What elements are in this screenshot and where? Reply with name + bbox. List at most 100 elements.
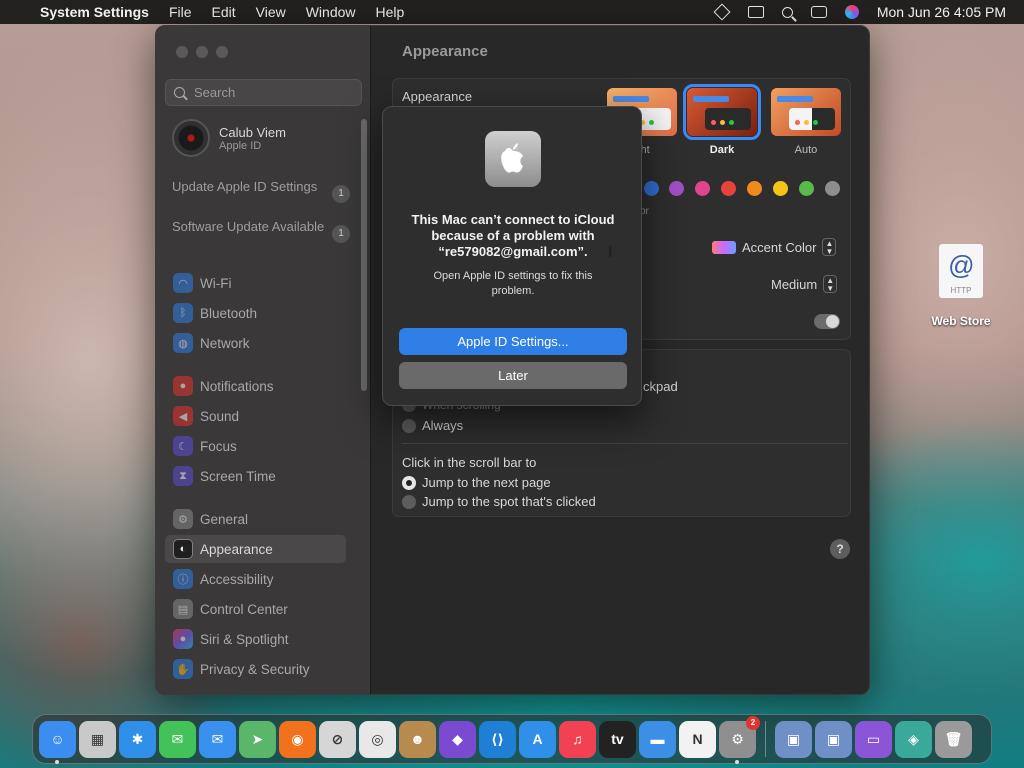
- minimize-window-button[interactable]: [196, 46, 208, 58]
- menu-edit[interactable]: Edit: [212, 4, 236, 20]
- menu-app-name[interactable]: System Settings: [40, 4, 149, 20]
- desktop-web-store[interactable]: @ HTTP Web Store: [928, 244, 994, 328]
- wallpaper-tinting-toggle[interactable]: [814, 314, 840, 329]
- safari-icon[interactable]: ✱: [119, 720, 156, 758]
- sidebar-icon-size-select[interactable]: Medium ▲ ▼: [771, 275, 838, 293]
- spotlight-search-icon[interactable]: [781, 6, 793, 18]
- moon-icon: ☾: [173, 436, 193, 456]
- menu-file[interactable]: File: [169, 4, 192, 20]
- dock-glyph: ⊘: [331, 730, 344, 747]
- stage-manager-icon[interactable]: [747, 6, 764, 18]
- sidebar-notice-update-apple-id[interactable]: Update Apple ID Settings 1: [172, 179, 350, 203]
- sidebar-item-network[interactable]: ◍ Network: [165, 329, 346, 357]
- highlight-color-select[interactable]: Accent Color ▲ ▼: [712, 238, 837, 256]
- text-cursor-icon: I: [608, 244, 613, 261]
- accent-swatch-pink[interactable]: [695, 181, 710, 196]
- sidebar-item-label: Notifications: [200, 378, 274, 394]
- notice-count-badge: 1: [332, 225, 350, 243]
- sidebar-item-control-center[interactable]: ▤ Control Center: [165, 595, 346, 623]
- apple-id-account[interactable]: Calub Viem Apple ID: [172, 119, 286, 157]
- accent-swatch-red[interactable]: [721, 181, 736, 196]
- radio-jump-next-page[interactable]: Jump to the next page: [402, 475, 551, 490]
- radio-label: Jump to the spot that's clicked: [422, 494, 596, 509]
- radio-always[interactable]: Always: [402, 418, 463, 433]
- accent-swatch-purple[interactable]: [669, 181, 684, 196]
- sidebar-notice-software-update[interactable]: Software Update Available 1: [172, 219, 350, 243]
- dock-glyph: ✉: [171, 730, 184, 747]
- virtualbox-2-icon[interactable]: ▣: [815, 720, 852, 758]
- downloads-icon[interactable]: ◈: [895, 720, 932, 758]
- radio-button: [402, 475, 416, 490]
- visual-studio-icon[interactable]: ◆: [439, 720, 476, 758]
- page-title: Appearance: [402, 43, 488, 60]
- radio-button: [402, 418, 416, 433]
- radio-jump-to-spot[interactable]: Jump to the spot that's clicked: [402, 494, 596, 509]
- no-entry-icon[interactable]: ⊘: [319, 720, 356, 758]
- menu-help[interactable]: Help: [376, 4, 405, 20]
- control-center-menu-icon[interactable]: [810, 6, 827, 18]
- contacts-icon[interactable]: ☻: [399, 720, 436, 758]
- accent-swatch-blue[interactable]: [644, 181, 659, 196]
- zoom-window-button[interactable]: [216, 46, 228, 58]
- accent-swatch-graphite[interactable]: [825, 181, 840, 196]
- sidebar-item-notifications[interactable]: ● Notifications: [165, 372, 346, 400]
- sidebar-item-sound[interactable]: ◀ Sound: [165, 402, 346, 430]
- dock-glyph: N: [692, 731, 703, 747]
- sidebar-item-general[interactable]: ⚙ General: [165, 505, 346, 533]
- status-diamond-icon[interactable]: [713, 3, 731, 21]
- siri-menu-icon[interactable]: [844, 5, 859, 19]
- mail-icon[interactable]: ✉: [199, 720, 236, 758]
- chevron-updown-icon: ▲ ▼: [823, 275, 838, 293]
- sidebar-item-appearance[interactable]: ◐ Appearance: [165, 535, 346, 563]
- music-icon[interactable]: ♫: [559, 720, 596, 758]
- dock-glyph: ⚙: [731, 730, 744, 747]
- sidebar-scrollbar[interactable]: [361, 119, 367, 391]
- dock-glyph: ☺: [50, 731, 65, 747]
- sidebar-item-screen-time[interactable]: ⧗ Screen Time: [165, 462, 346, 490]
- sidebar-item-label: Accessibility: [200, 571, 274, 587]
- appearance-label: Appearance: [402, 89, 473, 104]
- podcast-icon[interactable]: ▭: [855, 720, 892, 758]
- news-icon[interactable]: N: [679, 720, 716, 758]
- vscode-icon[interactable]: ⟨⟩: [479, 720, 516, 758]
- trash-icon[interactable]: 🗑: [935, 720, 972, 758]
- siri-icon: ●: [173, 629, 193, 649]
- chrome-icon[interactable]: ◎: [359, 720, 396, 758]
- accent-swatch-orange[interactable]: [747, 181, 762, 196]
- keynote-icon[interactable]: ▬: [639, 720, 676, 758]
- help-button[interactable]: ?: [830, 539, 850, 559]
- alert-message: Open Apple ID settings to fix this probl…: [433, 270, 593, 297]
- appearance-auto-thumbnail[interactable]: [771, 88, 841, 136]
- sidebar-item-privacy-security[interactable]: ✋ Privacy & Security: [165, 655, 346, 683]
- launchpad-icon[interactable]: ▦: [79, 720, 116, 758]
- close-window-button[interactable]: [176, 46, 188, 58]
- appearance-dark-thumbnail[interactable]: [683, 84, 761, 140]
- dock-glyph: ▭: [866, 730, 881, 747]
- sidebar-item-focus[interactable]: ☾ Focus: [165, 432, 346, 460]
- sidebar-item-wifi[interactable]: ◠ Wi-Fi: [165, 269, 346, 297]
- later-button[interactable]: Later: [399, 362, 627, 389]
- apple-id-settings-button[interactable]: Apple ID Settings...: [399, 328, 627, 355]
- sidebar-search: [165, 79, 362, 106]
- accent-swatch-green[interactable]: [799, 181, 814, 196]
- sidebar-item-bluetooth[interactable]: ᛒ Bluetooth: [165, 299, 346, 327]
- menu-window[interactable]: Window: [306, 4, 356, 20]
- accent-swatch-yellow[interactable]: [773, 181, 788, 196]
- messages-icon[interactable]: ✉: [159, 720, 196, 758]
- apple-tv-icon[interactable]: tv: [599, 720, 636, 758]
- menu-view[interactable]: View: [256, 4, 286, 20]
- system-settings-icon[interactable]: ⚙ 2: [719, 715, 760, 764]
- dock-glyph: 🗑: [944, 730, 963, 747]
- sidebar-item-siri-spotlight[interactable]: ● Siri & Spotlight: [165, 625, 346, 653]
- app-store-icon[interactable]: A: [519, 720, 556, 758]
- virtualbox-icon[interactable]: ▣: [775, 720, 812, 758]
- search-input[interactable]: [194, 85, 354, 100]
- finder-icon[interactable]: ☺: [39, 720, 76, 764]
- menu-clock[interactable]: Mon Jun 26 4:05 PM: [877, 4, 1006, 20]
- sidebar-item-accessibility[interactable]: ⓘ Accessibility: [165, 565, 346, 593]
- firefox-icon[interactable]: ◉: [279, 720, 316, 758]
- icloud-alert-dialog: This Mac can’t connect to iCloud because…: [382, 106, 642, 406]
- radio-label: Always: [422, 418, 464, 433]
- maps-icon[interactable]: ➤: [239, 720, 276, 758]
- dock-glyph: ◎: [371, 730, 384, 747]
